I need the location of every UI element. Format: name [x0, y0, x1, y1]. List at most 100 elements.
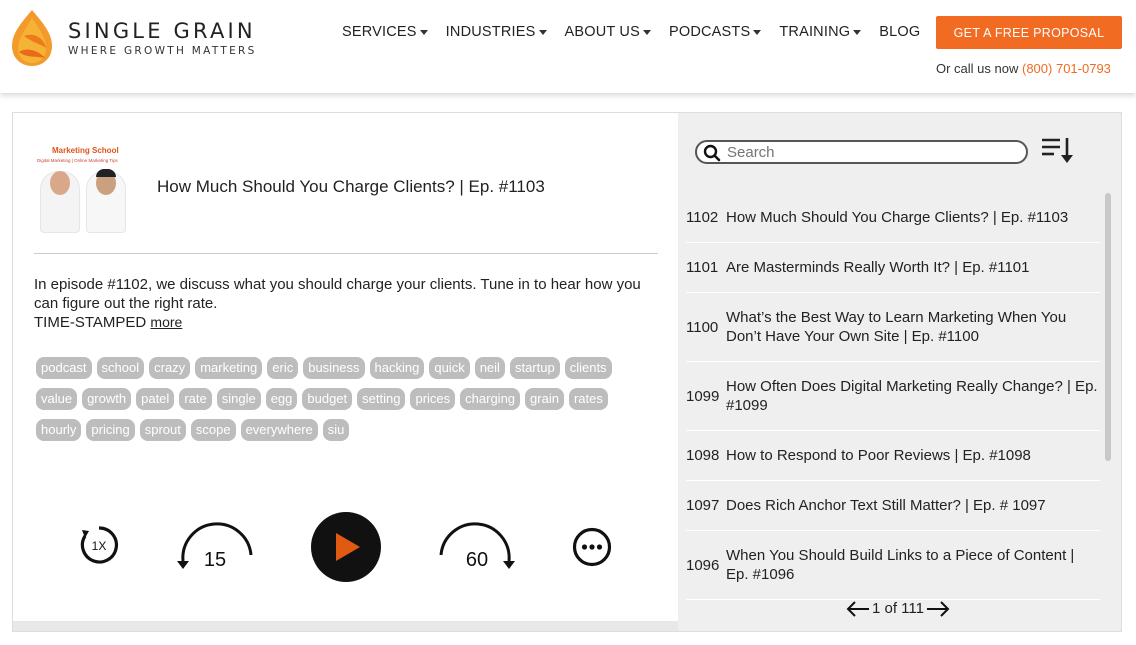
tag-chip[interactable]: marketing	[195, 357, 263, 379]
host-hair	[96, 169, 116, 177]
tag-chip[interactable]: patel	[136, 388, 175, 410]
sort-icon[interactable]	[1040, 135, 1074, 165]
tag-chip[interactable]: eric	[267, 357, 299, 379]
next-page-arrow-icon[interactable]	[926, 600, 950, 617]
tag-chip[interactable]: value	[36, 388, 78, 410]
speed-label: 1X	[92, 539, 107, 553]
nav-item-about-us[interactable]: ABOUT US	[565, 24, 651, 40]
caret-down-icon	[419, 29, 428, 35]
playback-speed-button[interactable]: 1X	[79, 525, 119, 565]
episode-list-title: How to Respond to Poor Reviews | Ep. #10…	[726, 447, 1031, 464]
call-line: Or call us now (800) 701-0793	[936, 61, 1111, 76]
tag-chip[interactable]: pricing	[86, 419, 135, 441]
tag-chip[interactable]: rates	[568, 388, 608, 410]
tag-chip[interactable]: business	[303, 357, 365, 379]
tag-chip[interactable]: clients	[564, 357, 612, 379]
main-nav: SERVICES INDUSTRIES ABOUT US PODCASTS TR…	[342, 24, 938, 40]
tag-chip[interactable]: hacking	[369, 357, 425, 379]
tag-chip[interactable]: siu	[322, 419, 350, 441]
episode-list-item[interactable]: 1101 Are Masterminds Really Worth It? | E…	[686, 243, 1100, 293]
phone-link[interactable]: (800) 701-0793	[1022, 61, 1111, 76]
nav-label: TRAINING	[779, 24, 851, 40]
episode-description: In episode #1102, we discuss what you sh…	[34, 275, 654, 332]
nav-item-podcasts[interactable]: PODCASTS	[668, 24, 762, 40]
tag-chip[interactable]: grain	[525, 388, 564, 410]
tag-chip[interactable]: hourly	[36, 419, 82, 441]
episode-list-item[interactable]: 1097 Does Rich Anchor Text Still Matter? …	[686, 481, 1100, 531]
episode-list-panel: 1102 How Much Should You Charge Clients? …	[678, 113, 1121, 631]
nav-item-services[interactable]: SERVICES	[342, 24, 428, 40]
nav-label: SERVICES	[342, 24, 417, 40]
tag-chip[interactable]: budget	[302, 388, 353, 410]
tag-chip[interactable]: charging	[460, 388, 521, 410]
episode-list-title: When You Should Build Links to a Piece o…	[726, 547, 1075, 583]
search-icon	[703, 144, 721, 162]
rewind-label: 15	[204, 549, 226, 571]
nav-label: BLOG	[879, 24, 921, 40]
caret-down-icon	[538, 29, 547, 35]
episode-number: 1096	[686, 556, 720, 574]
tag-chip[interactable]: startup	[509, 357, 560, 379]
play-button[interactable]	[310, 511, 382, 583]
divider	[34, 253, 658, 254]
tag-chip[interactable]: scope	[190, 419, 236, 441]
tag-chip[interactable]: growth	[82, 388, 132, 410]
pagination: 1 of 111	[846, 600, 950, 617]
episode-number: 1097	[686, 497, 720, 514]
logo[interactable]: SINGLE GRAIN WHERE GROWTH MATTERS	[10, 8, 257, 68]
rewind-15-button[interactable]: 15	[175, 519, 255, 571]
player-controls: 1X 15 60	[13, 509, 678, 589]
more-link[interactable]: more	[150, 314, 182, 330]
tag-chip[interactable]: setting	[357, 388, 406, 410]
episode-panel: Marketing School Digital Marketing | Onl…	[13, 113, 678, 631]
tag-chip[interactable]: everywhere	[240, 419, 318, 441]
tag-chip[interactable]: quick	[429, 357, 470, 379]
podcast-player: Marketing School Digital Marketing | Onl…	[12, 112, 1122, 632]
list-scrollbar[interactable]	[1105, 193, 1111, 461]
nav-item-industries[interactable]: INDUSTRIES	[446, 24, 547, 40]
call-prefix: Or call us now	[936, 61, 1019, 76]
tag-chip[interactable]: neil	[474, 357, 505, 379]
forward-label: 60	[466, 549, 488, 571]
episode-list-item[interactable]: 1098 How to Respond to Poor Reviews | Ep.…	[686, 431, 1100, 481]
tag-chip[interactable]: egg	[265, 388, 298, 410]
episode-number: 1099	[686, 387, 720, 405]
search-input[interactable]	[727, 144, 1017, 161]
episode-list-item[interactable]: 1100 What’s the Best Way to Learn Marketi…	[686, 293, 1100, 362]
episode-list-title: Does Rich Anchor Text Still Matter? | Ep…	[726, 497, 1046, 514]
episode-list: 1102 How Much Should You Charge Clients? …	[686, 193, 1100, 600]
nav-item-blog[interactable]: BLOG	[879, 24, 920, 40]
tag-chip[interactable]: sprout	[139, 419, 186, 441]
host-head	[50, 171, 70, 195]
caret-down-icon	[642, 29, 651, 35]
site-header: SINGLE GRAIN WHERE GROWTH MATTERS SERVIC…	[0, 0, 1136, 93]
tag-chip[interactable]: prices	[410, 388, 456, 410]
brand-tagline: WHERE GROWTH MATTERS	[68, 45, 257, 57]
episode-number: 1101	[686, 259, 719, 276]
episode-list-item[interactable]: 1102 How Much Should You Charge Clients? …	[686, 193, 1100, 243]
tag-chip[interactable]: single	[216, 388, 261, 410]
progress-bar[interactable]	[13, 621, 678, 631]
prev-page-arrow-icon[interactable]	[846, 600, 870, 617]
nav-item-training[interactable]: TRAINING	[779, 24, 862, 40]
nav-label: ABOUT US	[564, 24, 640, 40]
tag-chip[interactable]: rate	[179, 388, 212, 410]
episode-list-item[interactable]: 1099 How Often Does Digital Marketing Rea…	[686, 362, 1100, 431]
tag-chip[interactable]: podcast	[36, 357, 92, 379]
tag-chip[interactable]: crazy	[149, 357, 191, 379]
free-proposal-button[interactable]: GET A FREE PROPOSAL	[936, 16, 1122, 49]
caret-down-icon	[853, 29, 862, 35]
episode-list-title: How Much Should You Charge Clients? | Ep…	[726, 209, 1069, 226]
caret-down-icon	[753, 29, 762, 35]
episode-thumbnail: Marketing School Digital Marketing | Onl…	[34, 143, 134, 233]
description-text: In episode #1102, we discuss what you sh…	[34, 276, 641, 312]
episode-list-title: What’s the Best Way to Learn Marketing W…	[726, 309, 1067, 345]
tag-chip[interactable]: school	[96, 357, 145, 379]
forward-60-button[interactable]: 60	[437, 519, 517, 571]
nav-label: PODCASTS	[668, 24, 751, 40]
search-box	[695, 140, 1028, 164]
thumbnail-subtitle: Digital Marketing | Online Marketing Tip…	[37, 158, 118, 163]
tag-list: podcast school crazy marketing eric business h…	[34, 357, 654, 450]
episode-list-item[interactable]: 1096 When You Should Build Links to a Pie…	[686, 531, 1100, 600]
more-options-icon[interactable]	[572, 527, 612, 567]
